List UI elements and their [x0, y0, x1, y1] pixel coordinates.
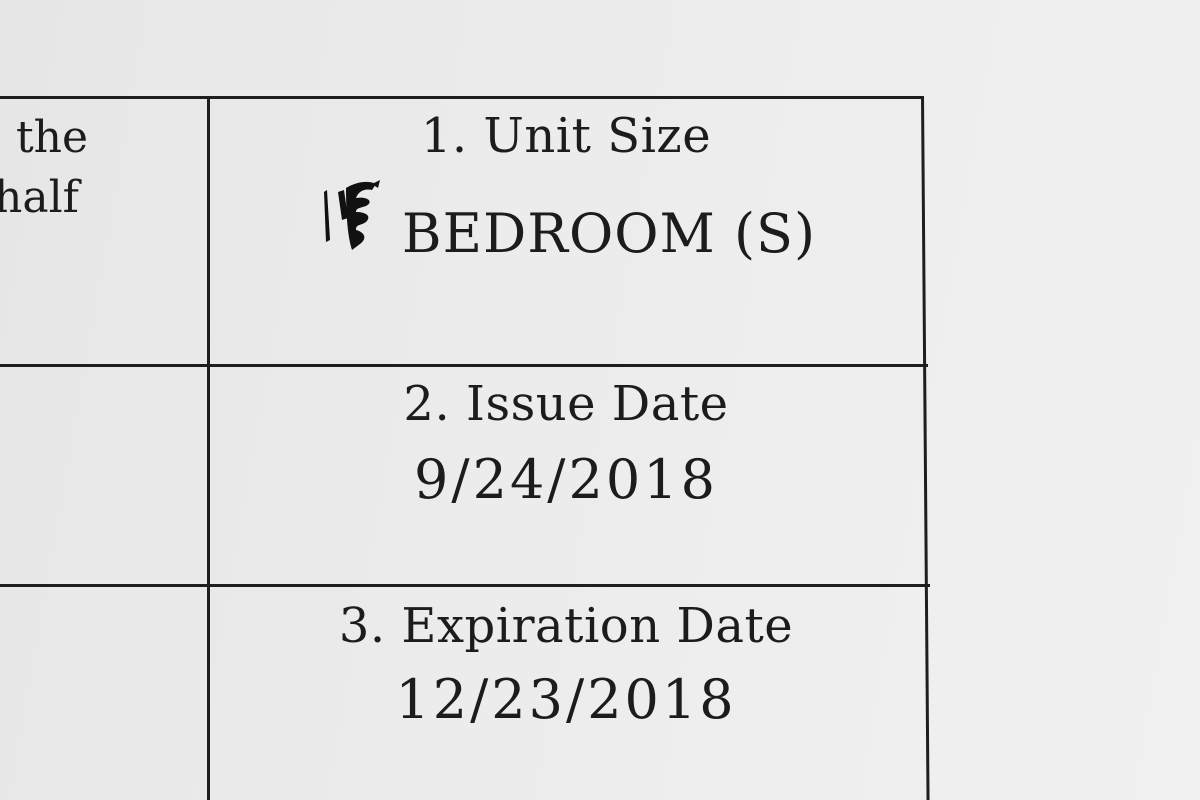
row-divider-2 [0, 584, 930, 587]
handwritten-ink-mark [323, 180, 380, 250]
left-column-text-fragment-2: half [0, 172, 79, 223]
left-column-text-fragment-1: the [16, 112, 89, 163]
unit-size-value: BEDROOM (S) [210, 178, 922, 269]
unit-size-label: 1. Unit Size [420, 108, 712, 164]
bedroom-unit-text: BEDROOM (S) [401, 202, 817, 265]
issue-date-value: 9/24/2018 [414, 448, 718, 511]
table-right-border [921, 96, 930, 800]
handwritten-bedroom-count [316, 178, 386, 269]
issue-date-label: 2. Issue Date [403, 376, 729, 432]
document-page: the half 1. Unit Size BEDROOM (S) 2. Iss… [0, 0, 1200, 800]
expiration-date-value: 12/23/2018 [395, 668, 737, 731]
row-divider-1 [0, 364, 928, 367]
expiration-date-label: 3. Expiration Date [338, 598, 794, 654]
table-top-border [0, 96, 924, 99]
